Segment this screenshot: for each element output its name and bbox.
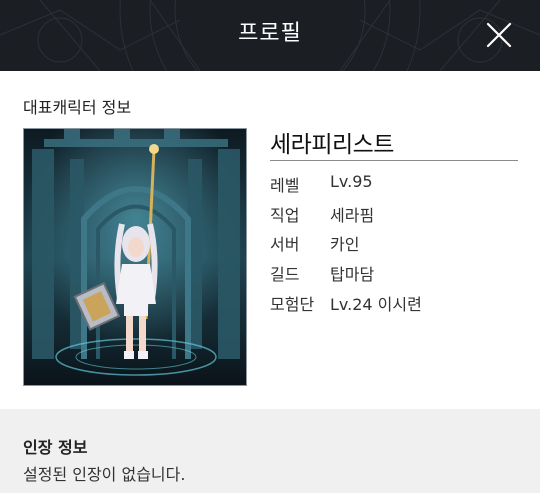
info-value: 카인 [330, 235, 360, 254]
info-value: Lv.95 [330, 172, 373, 191]
info-value: 세라핌 [330, 206, 375, 225]
info-value: Lv.24 이시련 [330, 295, 422, 314]
stamp-message: 설정된 인장이 없습니다. [23, 465, 186, 484]
page-title: 프로필 [238, 21, 302, 46]
close-icon [486, 22, 512, 48]
character-portrait [23, 128, 247, 386]
close-button[interactable] [484, 20, 514, 50]
section-label: 대표캐릭터 정보 [23, 98, 132, 117]
info-label: 길드 [270, 265, 300, 284]
character-name: 세라피리스트 [270, 132, 394, 158]
info-value: 탑마담 [330, 265, 375, 284]
info-label: 직업 [270, 206, 300, 225]
profile-header: 프로필 [0, 0, 540, 71]
info-label: 서버 [270, 235, 300, 254]
info-label: 레벨 [270, 176, 300, 195]
name-divider [270, 160, 518, 161]
stamp-title: 인장 정보 [23, 438, 88, 457]
info-label: 모험단 [270, 295, 315, 314]
